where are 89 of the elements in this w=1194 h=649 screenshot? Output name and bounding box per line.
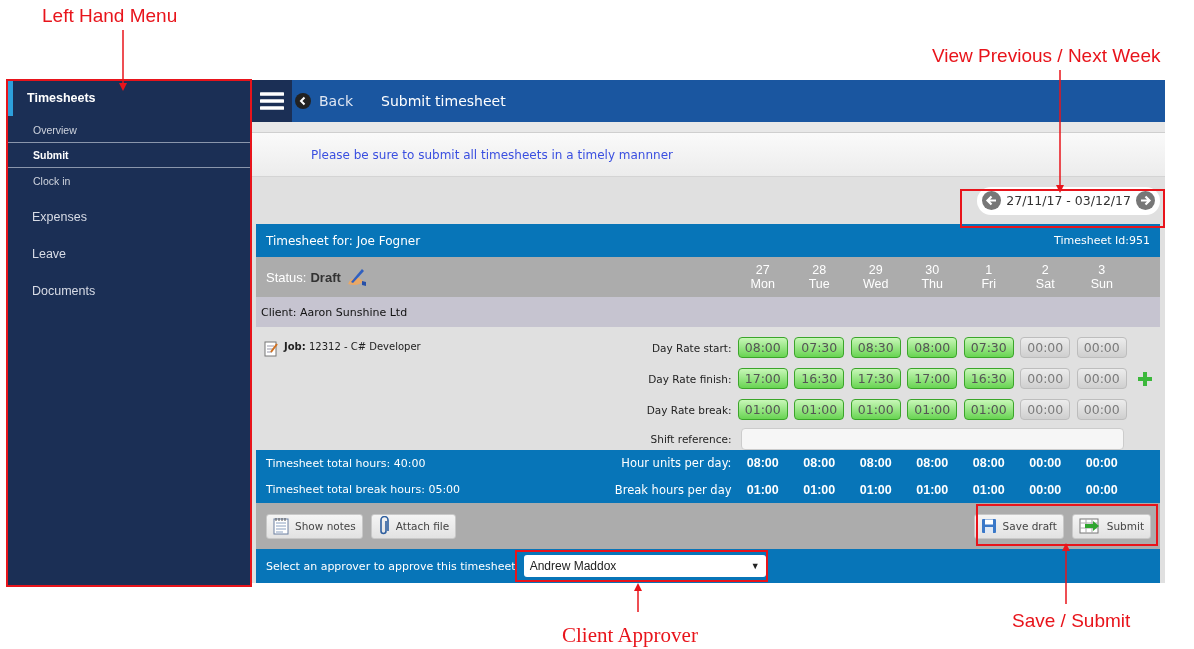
nav-subitem[interactable]: Submit <box>8 142 250 168</box>
total-value: 01:00 <box>745 482 780 497</box>
time-field[interactable]: 08:30 <box>850 337 901 358</box>
left-chevron-icon <box>295 93 311 109</box>
time-field[interactable]: 00:00 <box>1020 337 1071 358</box>
total-value: 00:00 <box>1028 482 1063 497</box>
total-value: 01:00 <box>971 482 1006 497</box>
time-field[interactable]: 16:30 <box>963 368 1014 389</box>
status-label: Status: <box>266 269 307 285</box>
annotation-label: Client Approver <box>562 623 698 648</box>
timesheet-owner: Timesheet for: Joe Fogner <box>266 233 421 248</box>
day-header: 27 Mon <box>749 263 776 291</box>
time-field[interactable]: 17:00 <box>907 368 958 389</box>
page-title: Submit timesheet <box>381 93 506 109</box>
total-value: 01:00 <box>858 482 893 497</box>
week-range: 27/11/17 - 03/12/17 <box>1006 193 1131 209</box>
row-label: Shift reference: <box>650 432 732 445</box>
time-field[interactable]: 01:00 <box>963 399 1014 420</box>
arrow <box>634 583 642 613</box>
day-header: 2 Sat <box>1034 263 1056 291</box>
time-field[interactable]: 01:00 <box>737 399 788 420</box>
time-field[interactable]: 17:30 <box>850 368 901 389</box>
time-field[interactable]: 01:00 <box>907 399 958 420</box>
time-field[interactable]: 01:00 <box>850 399 901 420</box>
nav-item[interactable]: Expenses <box>8 199 250 235</box>
total-value: 08:00 <box>802 456 837 471</box>
total-value: 00:00 <box>1084 482 1119 497</box>
notepad-icon <box>273 517 289 535</box>
time-field[interactable]: 00:00 <box>1076 337 1127 358</box>
table-arrow-icon <box>1078 518 1101 534</box>
paperclip-icon <box>377 516 390 536</box>
action-button[interactable]: Attach file <box>370 513 457 539</box>
day-header: 29 Wed <box>862 263 890 291</box>
total-summary: Timesheet total hours: 40:00 <box>266 456 426 470</box>
time-field[interactable]: 00:00 <box>1076 368 1127 389</box>
menu-icon <box>260 91 284 111</box>
annotation-label: Left Hand Menu <box>42 5 178 27</box>
total-value: 01:00 <box>802 482 837 497</box>
menu-button[interactable] <box>252 80 292 122</box>
back-button[interactable]: Back <box>292 93 353 109</box>
shift-reference-field[interactable] <box>740 427 1124 450</box>
status-value: Draft <box>310 269 341 285</box>
time-field[interactable]: 17:00 <box>737 368 788 389</box>
time-field[interactable]: 00:00 <box>1020 399 1071 420</box>
total-summary: Timesheet total break hours: 05:00 <box>266 483 461 497</box>
time-field[interactable]: 08:00 <box>737 337 788 358</box>
total-label: Break hours per day <box>614 482 732 497</box>
nav-item[interactable]: Documents <box>8 273 250 309</box>
total-value: 08:00 <box>858 456 893 471</box>
time-field[interactable]: 00:00 <box>1020 368 1071 389</box>
time-field[interactable]: 08:00 <box>907 337 958 358</box>
day-header: 28 Tue <box>807 263 831 291</box>
approver-label: Select an approver to approve this timesheet <box>266 559 516 573</box>
next-week-icon[interactable] <box>1136 191 1155 211</box>
annotation-label: View Previous / Next Week <box>932 45 1161 67</box>
time-field[interactable]: 01:00 <box>794 399 845 420</box>
timesheet-id: Timesheet Id:951 <box>1054 234 1150 247</box>
client-name: Client: Aaron Sunshine Ltd <box>261 305 408 319</box>
approver-dropdown[interactable]: Andrew Maddox ▼ <box>523 555 766 577</box>
row-label: Day Rate finish: <box>648 372 732 385</box>
total-value: 00:00 <box>1028 456 1063 471</box>
nav-subitem[interactable]: Overview <box>8 117 250 142</box>
annotation-label: Save / Submit <box>1012 610 1131 632</box>
time-field[interactable]: 07:30 <box>794 337 845 358</box>
arrow <box>119 29 127 91</box>
time-field[interactable]: 16:30 <box>794 368 845 389</box>
total-value: 08:00 <box>915 456 950 471</box>
day-header: 30 Thu <box>920 263 944 291</box>
action-button[interactable]: Show notes <box>266 513 363 539</box>
total-label: Hour units per day: <box>621 456 732 471</box>
time-field[interactable]: 00:00 <box>1076 399 1127 420</box>
total-value: 08:00 <box>971 456 1006 471</box>
day-header: 1 Fri <box>980 263 998 291</box>
job-description: Job: 12312 - C# Developer <box>284 340 421 352</box>
row-label: Day Rate break: <box>646 403 732 416</box>
total-value: 08:00 <box>745 456 780 471</box>
notepad-icon <box>264 340 278 357</box>
previous-week-icon[interactable] <box>982 191 1002 211</box>
notice-text: Please be sure to submit all timesheets in a timely mannner <box>311 147 673 162</box>
day-header: 3 Sun <box>1089 263 1114 291</box>
action-button[interactable]: Submit <box>1071 513 1151 539</box>
total-value: 01:00 <box>915 482 950 497</box>
total-value: 00:00 <box>1084 456 1119 471</box>
arrow <box>1062 543 1070 605</box>
nav-subitem[interactable]: Clock in <box>8 168 250 193</box>
time-field[interactable]: 07:30 <box>963 337 1014 358</box>
nav-item[interactable]: Leave <box>8 236 250 272</box>
row-label: Day Rate start: <box>652 341 732 354</box>
action-button[interactable]: Save draft <box>973 513 1064 539</box>
